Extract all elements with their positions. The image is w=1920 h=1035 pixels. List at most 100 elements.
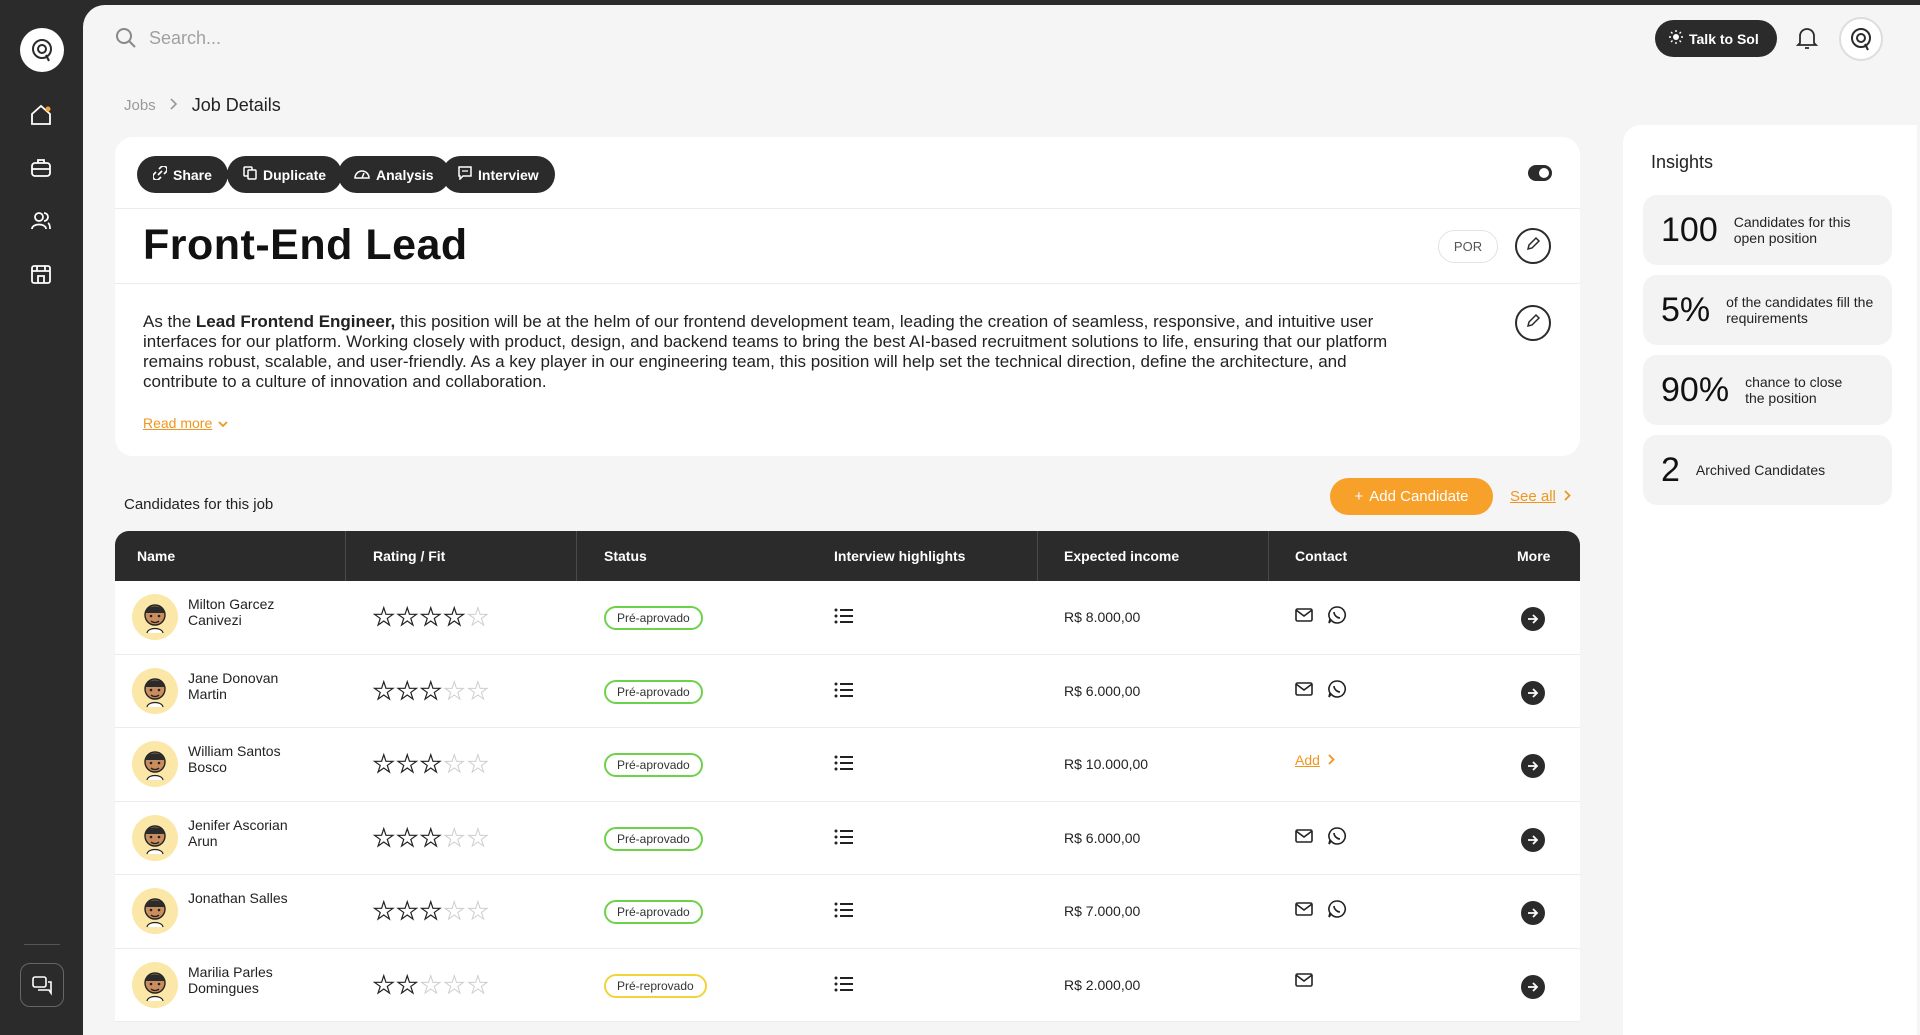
status-badge: Pré-aprovado — [604, 606, 703, 630]
status-badge: Pré-aprovado — [604, 679, 703, 704]
whatsapp-icon[interactable] — [1327, 679, 1347, 704]
insight-value: 100 — [1661, 210, 1718, 249]
add-contact-link[interactable]: Add — [1295, 752, 1335, 768]
whatsapp-icon[interactable] — [1327, 605, 1347, 630]
description-role: Lead Frontend Engineer, — [195, 312, 396, 331]
star-icon: ★ — [372, 898, 395, 925]
rating-stars: ★ ★ ★ ★ ★ — [372, 898, 489, 925]
language-badge[interactable]: POR — [1438, 230, 1498, 263]
arrow-right-icon[interactable] — [1521, 754, 1545, 778]
table-row[interactable]: Jenifer Ascorian Arun ★ ★ ★ ★ ★ Pré-aprovado R$… — [115, 802, 1580, 875]
candidate-name[interactable]: Jenifer Ascorian Arun — [188, 817, 308, 849]
home-icon[interactable] — [27, 101, 55, 129]
rating-stars: ★ ★ ★ ★ ★ — [372, 604, 489, 631]
arrow-right-icon[interactable] — [1521, 974, 1545, 999]
status-badge: Pré-reprovado — [604, 973, 707, 998]
arrow-right-icon[interactable] — [1521, 827, 1545, 852]
column-highlights: Interview highlights — [834, 548, 966, 564]
pencil-icon — [1525, 236, 1541, 257]
list-icon[interactable] — [834, 902, 854, 923]
mail-icon[interactable] — [1295, 828, 1313, 848]
sidebar — [0, 0, 83, 1035]
status-badge: Pré-aprovado — [604, 900, 703, 924]
add-candidate-button[interactable]: + Add Candidate — [1330, 478, 1493, 515]
sidebar-divider — [24, 944, 60, 945]
bell-icon[interactable] — [1795, 25, 1819, 56]
edit-description-button[interactable] — [1515, 305, 1551, 341]
expected-income: R$ 10.000,00 — [1064, 756, 1149, 772]
breadcrumb-jobs[interactable]: Jobs — [124, 97, 156, 114]
interview-label: Interview — [478, 166, 539, 183]
avatar — [132, 961, 178, 1008]
star-icon: ★ — [467, 604, 489, 631]
table-row[interactable]: William Santos Bosco ★ ★ ★ ★ ★ Pré-aprovado R$ … — [115, 728, 1580, 802]
search-input[interactable] — [149, 23, 549, 53]
column-divider — [576, 531, 577, 581]
read-more-link[interactable]: Read more — [143, 415, 228, 431]
star-icon: ★ — [372, 604, 395, 631]
star-icon: ★ — [396, 751, 419, 778]
brand-logo-icon[interactable] — [20, 28, 64, 72]
rating-stars: ★ ★ ★ ★ ★ — [372, 677, 489, 705]
expected-income: R$ 6.000,00 — [1064, 682, 1141, 699]
search-icon — [115, 27, 137, 54]
arrow-right-icon[interactable] — [1521, 607, 1545, 631]
contact-actions — [1295, 899, 1347, 924]
table-row[interactable]: Jane Donovan Martin ★ ★ ★ ★ ★ Pré-aprovado R$ 6… — [115, 655, 1580, 728]
rating-stars: ★ ★ ★ ★ ★ — [372, 972, 489, 997]
mail-icon[interactable] — [1295, 972, 1313, 992]
insights-panel: Insights 100 Candidates for this open po… — [1623, 125, 1917, 1035]
candidate-name[interactable]: Marilia Parles Domingues — [188, 964, 308, 996]
duplicate-button[interactable]: Duplicate — [227, 156, 343, 193]
arrow-right-icon[interactable] — [1521, 901, 1545, 925]
list-icon[interactable] — [834, 976, 854, 997]
briefcase-icon[interactable] — [27, 154, 55, 182]
chevron-right-icon — [1328, 752, 1335, 768]
arrow-right-icon[interactable] — [1521, 680, 1545, 705]
talk-to-sol-button[interactable]: Talk to Sol — [1655, 20, 1777, 57]
star-icon: ★ — [372, 751, 395, 778]
edit-title-button[interactable] — [1515, 228, 1551, 264]
star-icon: ★ — [467, 677, 489, 705]
copy-icon — [243, 166, 257, 183]
avatar — [132, 814, 178, 861]
star-icon: ★ — [443, 751, 466, 778]
candidate-name[interactable]: William Santos Bosco — [188, 743, 308, 775]
column-rating: Rating / Fit — [373, 548, 446, 564]
candidate-name[interactable]: Milton Garcez Canivezi — [188, 596, 308, 628]
add-contact-label: Add — [1295, 752, 1320, 768]
list-icon[interactable] — [834, 608, 854, 629]
column-name: Name — [137, 548, 176, 564]
candidate-name[interactable]: Jonathan Salles — [188, 890, 308, 906]
user-avatar[interactable] — [1839, 17, 1883, 61]
table-row[interactable]: Jonathan Salles ★ ★ ★ ★ ★ Pré-aprovado R$ 7.000… — [115, 875, 1580, 949]
list-icon[interactable] — [834, 829, 854, 850]
see-all-link[interactable]: See all — [1510, 488, 1571, 505]
whatsapp-icon[interactable] — [1327, 899, 1347, 924]
share-button[interactable]: Share — [137, 156, 228, 193]
mail-icon[interactable] — [1295, 608, 1313, 627]
expected-income: R$ 2.000,00 — [1064, 976, 1141, 993]
chat-icon[interactable] — [20, 963, 64, 1007]
table-header: Name Rating / Fit Status Interview highl… — [115, 531, 1580, 581]
whatsapp-icon[interactable] — [1327, 826, 1347, 851]
users-icon[interactable] — [27, 207, 55, 235]
table-row[interactable]: Marilia Parles Domingues ★ ★ ★ ★ ★ Pré-reprova… — [115, 949, 1580, 1022]
analysis-button[interactable]: Analysis — [338, 156, 450, 193]
star-icon: ★ — [396, 604, 419, 631]
column-status: Status — [604, 548, 647, 564]
job-description: As the Lead Frontend Engineer, this posi… — [143, 312, 1413, 392]
interview-button[interactable]: Interview — [442, 156, 555, 193]
mail-icon[interactable] — [1295, 681, 1313, 701]
table-row[interactable]: Milton Garcez Canivezi ★ ★ ★ ★ ★ Pré-aprovado R… — [115, 581, 1580, 655]
contact-actions — [1295, 972, 1313, 992]
store-icon[interactable] — [27, 260, 55, 288]
mail-icon[interactable] — [1295, 902, 1313, 921]
list-icon[interactable] — [834, 682, 854, 703]
visibility-toggle[interactable] — [1528, 165, 1552, 181]
insight-card: 2 Archived Candidates — [1643, 435, 1892, 505]
candidate-name[interactable]: Jane Donovan Martin — [188, 670, 308, 702]
avatar — [132, 741, 178, 787]
job-title: Front-End Lead — [143, 221, 468, 269]
list-icon[interactable] — [834, 755, 854, 776]
